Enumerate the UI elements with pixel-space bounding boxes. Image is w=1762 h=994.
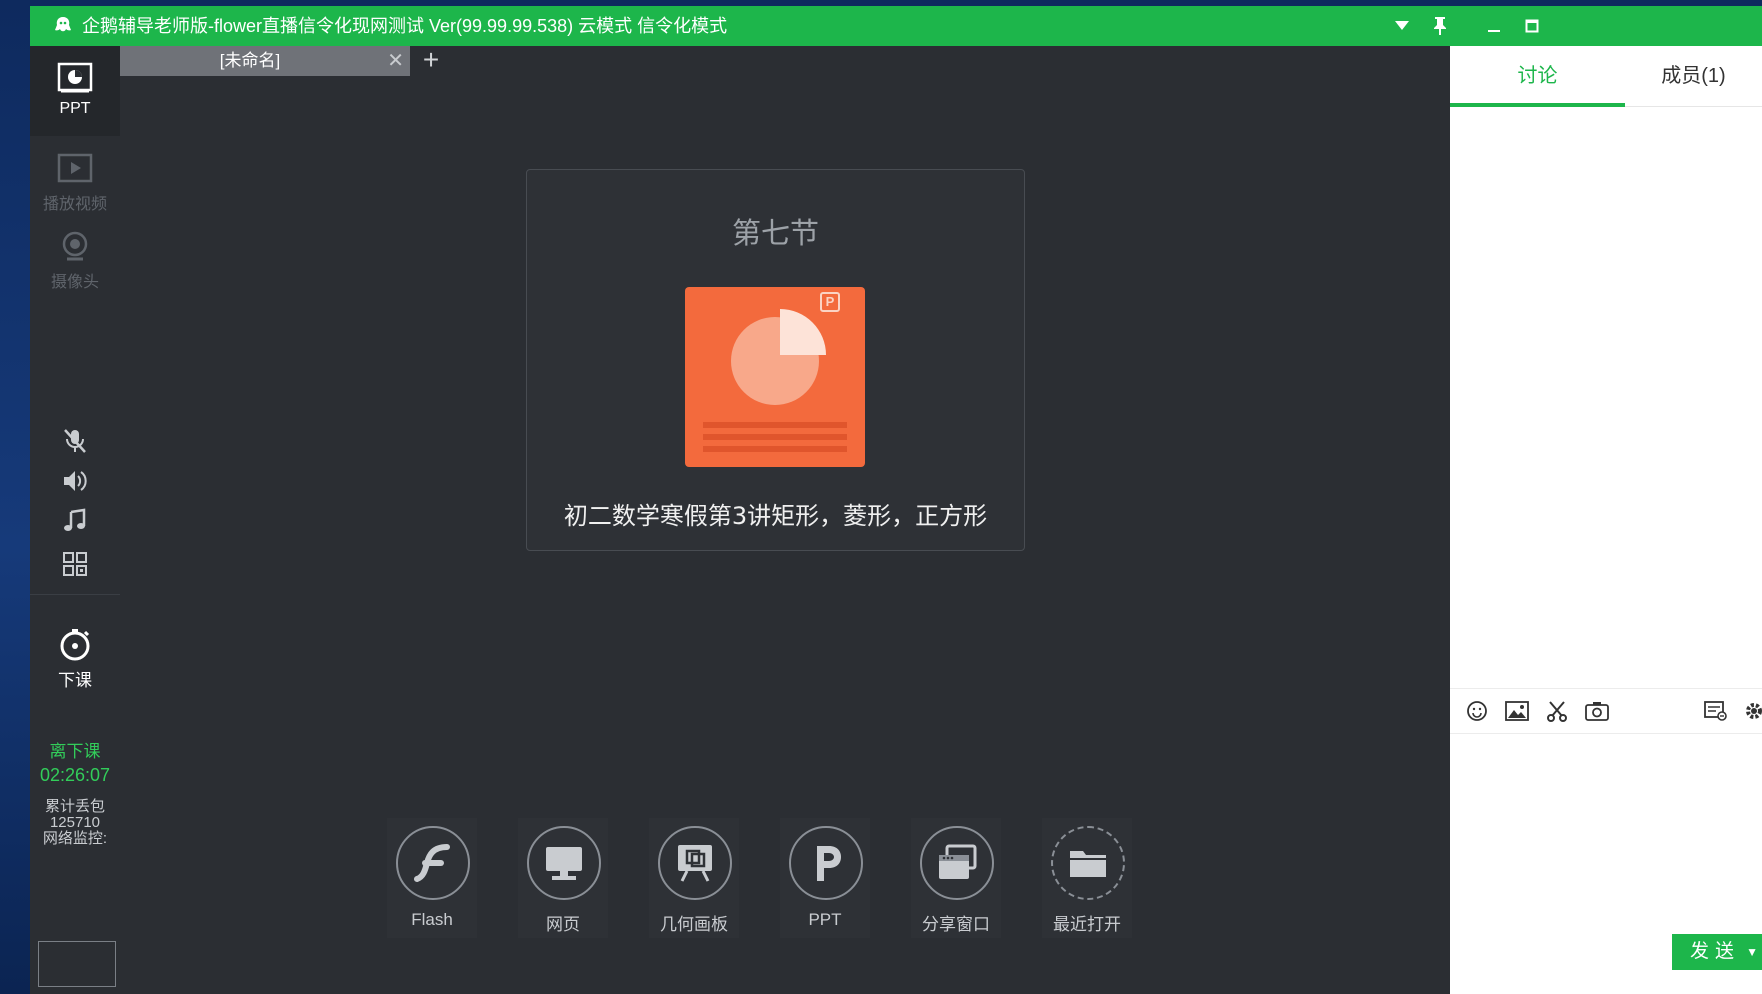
tool-share-window-label: 分享窗口 (922, 915, 990, 934)
penguin-logo-icon (55, 17, 71, 32)
packet-loss-value: 125710 (49, 814, 101, 831)
ppt-slide-icon (57, 62, 93, 93)
tab-untitled-label: [未命名] (219, 51, 281, 70)
tab-active-indicator (1450, 103, 1625, 107)
camera-capture-button[interactable] (1583, 697, 1611, 725)
grid-apps-icon (63, 552, 87, 576)
tool-flash[interactable]: Flash (387, 818, 477, 938)
image-icon (1505, 701, 1529, 721)
ppt-file-graphic (703, 292, 847, 452)
ppt-icon (817, 846, 841, 881)
tool-recent[interactable]: 最近打开 (1042, 818, 1132, 938)
scissors-icon (1547, 701, 1567, 722)
play-video-icon (57, 153, 93, 183)
tab-close-icon[interactable]: ✕ (387, 46, 404, 76)
tab-members[interactable]: 成员(1) (1625, 46, 1762, 106)
mic-muted-icon (64, 429, 86, 453)
emoji-button[interactable] (1463, 697, 1491, 725)
speaker-button[interactable] (54, 463, 96, 499)
tab-untitled[interactable]: [未命名] ✕ (120, 46, 410, 76)
nav-ppt[interactable]: PPT (30, 46, 120, 136)
stopwatch-icon (60, 629, 90, 661)
nav-video-label: 播放视频 (42, 196, 107, 213)
network-monitor-graph (38, 941, 116, 987)
apps-button[interactable] (54, 546, 96, 582)
message-settings-icon (1704, 701, 1727, 721)
gear-icon (1746, 703, 1762, 719)
camera-photo-icon (1585, 702, 1609, 721)
class-timer: 02:26:07 (39, 765, 111, 785)
ppt-badge: P (825, 294, 835, 309)
tool-ppt[interactable]: PPT (780, 818, 870, 938)
tool-webpage-label: 网页 (546, 915, 580, 934)
speaker-icon (64, 471, 87, 491)
document-name: 初二数学寒假第3讲矩形，菱形，正方形 (563, 502, 988, 530)
ppt-file-icon: P (685, 287, 865, 467)
send-button[interactable]: 发送 ▼ (1672, 934, 1762, 970)
tool-ppt-label: PPT (808, 910, 842, 929)
chat-panel: 讨论 成员(1) 发送 ▼ (1450, 46, 1762, 994)
monitor-icon (546, 847, 582, 880)
mic-mute-button[interactable] (54, 423, 96, 459)
packet-loss-label: 累计丢包 (44, 798, 105, 815)
document-title: 第七节 (731, 216, 819, 250)
end-class-label: 下课 (58, 671, 92, 690)
send-label: 发送 (1690, 941, 1741, 962)
tool-recent-label: 最近打开 (1053, 915, 1121, 934)
nav-divider (30, 594, 120, 595)
flash-icon (414, 844, 450, 882)
folder-icon (1070, 851, 1106, 877)
end-class-button[interactable]: 下课 (30, 618, 120, 718)
share-window-icon (939, 844, 977, 879)
leave-class-label: 离下课 (49, 742, 101, 761)
tool-geometry[interactable]: 几何画板 (649, 818, 739, 938)
chat-settings-button[interactable] (1740, 697, 1762, 725)
document-card[interactable]: 第七节 P 初二数学寒假第3讲矩形，菱形，正方形 (526, 169, 1025, 551)
tool-share-window[interactable]: 分享窗口 (911, 818, 1001, 938)
nav-play-video[interactable]: 播放视频 (30, 136, 120, 226)
tool-flash-label: Flash (411, 910, 453, 929)
window-title: 企鹅辅导老师版-flower直播信令化现网测试 Ver(99.99.99.538… (82, 16, 728, 36)
nav-camera-label: 摄像头 (50, 274, 99, 291)
geometry-board-icon (678, 845, 712, 882)
pin-icon (1434, 17, 1446, 35)
minimize-icon (1488, 30, 1500, 32)
music-note-icon (64, 508, 86, 531)
tab-discussion[interactable]: 讨论 (1450, 46, 1625, 106)
screenshot-button[interactable] (1543, 697, 1571, 725)
music-button[interactable] (54, 503, 96, 539)
camera-icon (62, 231, 88, 261)
pin-button[interactable] (1420, 6, 1460, 46)
maximize-icon (1525, 19, 1539, 33)
tool-geometry-label: 几何画板 (660, 915, 728, 934)
app-window: 企鹅辅导老师版-flower直播信令化现网测试 Ver(99.99.99.538… (30, 6, 1762, 994)
network-monitor-label: 网络监控: (42, 830, 108, 847)
title-bar: 企鹅辅导老师版-flower直播信令化现网测试 Ver(99.99.99.538… (30, 6, 1762, 46)
tool-webpage[interactable]: 网页 (518, 818, 608, 938)
left-sidebar: PPT 播放视频 摄像头 下课 离下课 02:26:07 累计丢包 125710… (30, 46, 120, 994)
triangle-down-icon (1395, 21, 1409, 30)
chat-toolbar (1450, 688, 1762, 734)
send-options-icon[interactable]: ▼ (1746, 934, 1758, 970)
minimize-button[interactable] (1474, 6, 1514, 46)
chat-history-button[interactable] (1702, 697, 1730, 725)
nav-ppt-label: PPT (59, 100, 91, 117)
nav-camera[interactable]: 摄像头 (30, 214, 120, 304)
dropdown-button[interactable] (1382, 6, 1422, 46)
image-button[interactable] (1503, 697, 1531, 725)
add-tab-icon[interactable]: + (416, 46, 446, 76)
maximize-button[interactable] (1512, 6, 1552, 46)
emoji-icon (1467, 701, 1487, 721)
